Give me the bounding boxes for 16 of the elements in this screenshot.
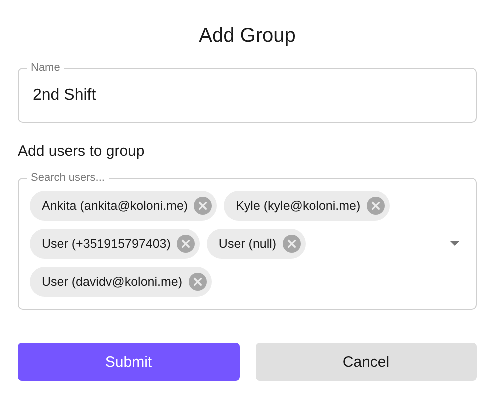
field-value: 2nd Shift — [33, 86, 96, 104]
user-chip[interactable]: User (davidv@koloni.me) — [30, 267, 212, 297]
submit-button[interactable]: Submit — [18, 343, 240, 381]
remove-icon[interactable] — [194, 197, 212, 215]
user-chip[interactable]: User (null) — [206, 229, 306, 259]
section-heading: Add users to group — [18, 143, 146, 160]
cancel-button[interactable]: Cancel — [256, 343, 477, 381]
dialog-title: Add Group — [198, 24, 297, 49]
remove-icon[interactable] — [366, 197, 385, 215]
remove-icon[interactable] — [176, 235, 195, 253]
remove-icon[interactable] — [282, 235, 301, 253]
user-chip[interactable]: Ankita (ankita@koloni.me) — [30, 191, 218, 221]
remove-icon[interactable] — [188, 273, 207, 291]
user-chip[interactable]: User (+351915797403) — [30, 229, 200, 259]
user-chip[interactable]: Kyle (kyle@koloni.me) — [224, 191, 390, 221]
dropdown-caret-icon[interactable] — [450, 241, 460, 246]
